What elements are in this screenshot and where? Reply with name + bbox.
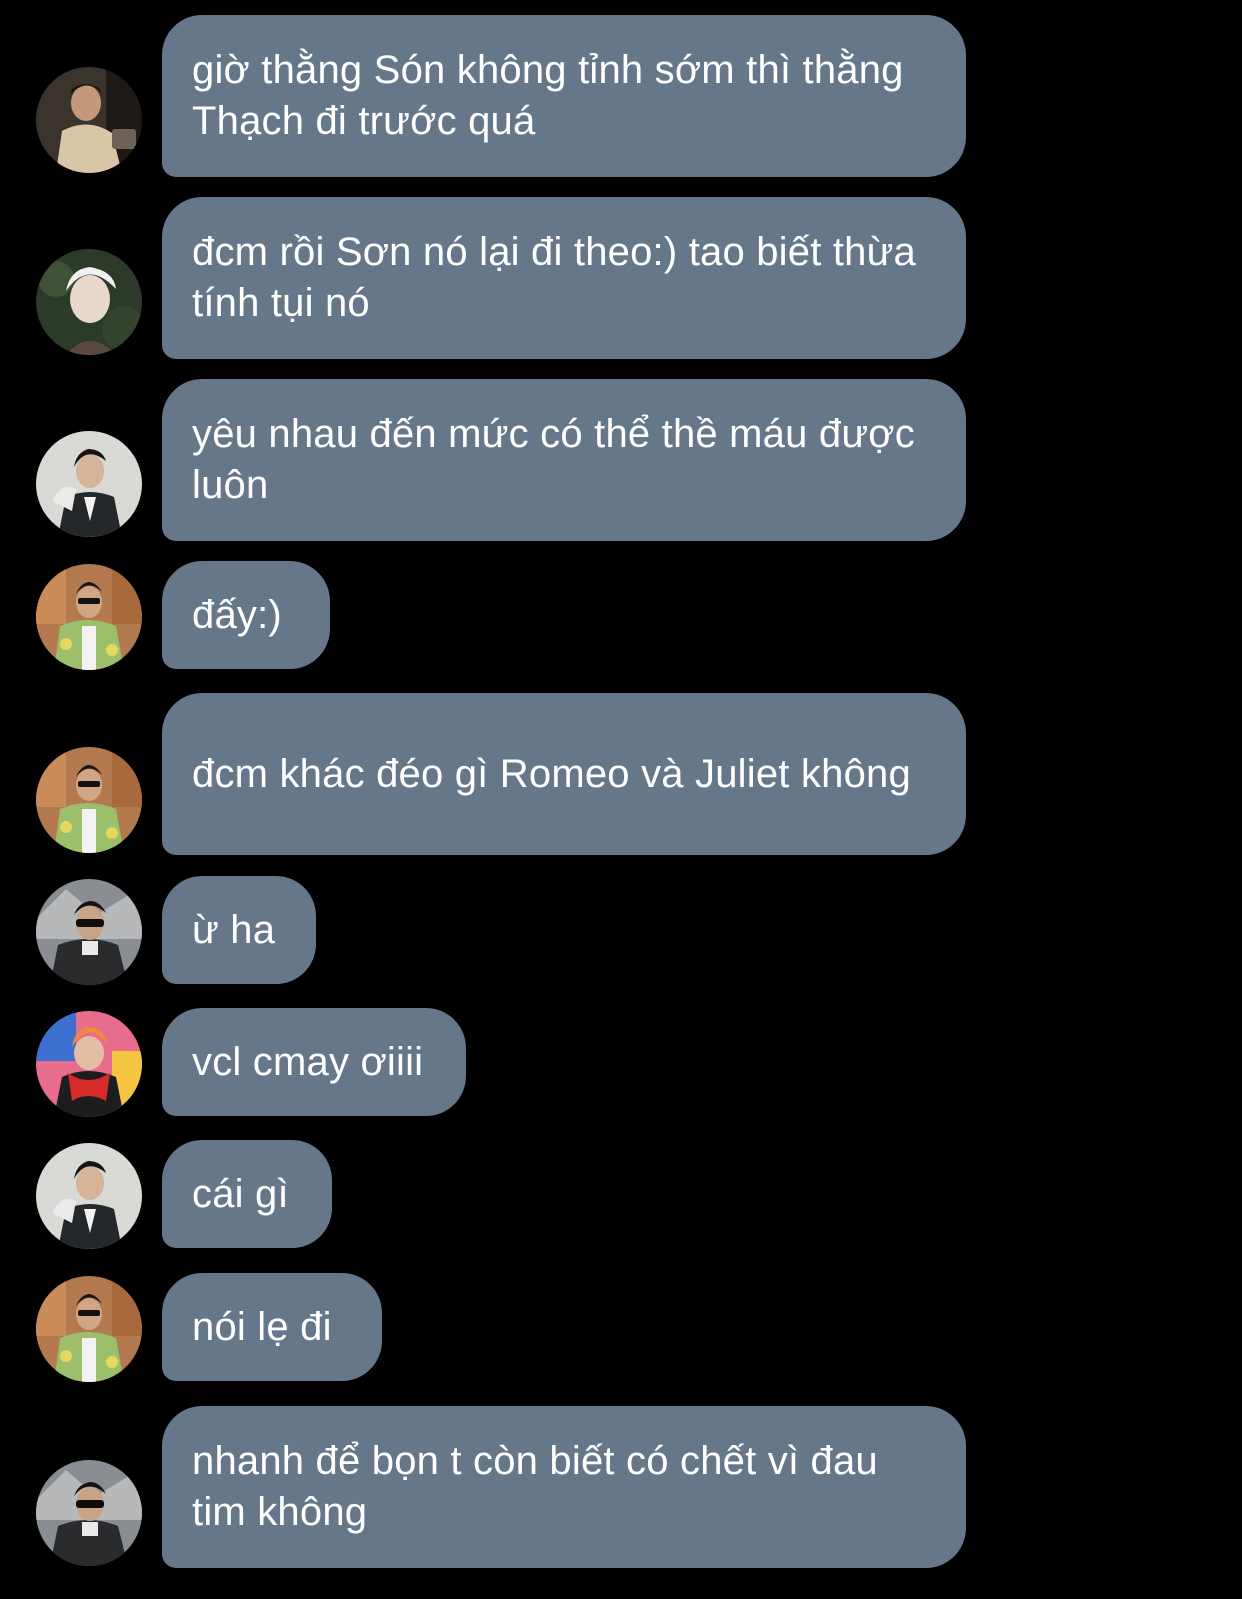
chat-message-list[interactable]: giờ thằng Són không tỉnh sớm thì thằng T… — [0, 0, 1242, 1599]
message-bubble[interactable]: ừ ha — [162, 876, 316, 984]
message-row: vcl cmay ơiiii — [0, 1008, 1242, 1118]
message-text: đcm khác đéo gì Romeo và Juliet không — [192, 751, 911, 796]
message-text: đấy:) — [192, 592, 282, 637]
avatar-man-pinstripe-suit[interactable] — [36, 431, 142, 537]
avatar-man-floral-shirt[interactable] — [36, 747, 142, 853]
message-bubble[interactable]: đcm khác đéo gì Romeo và Juliet không — [162, 693, 966, 855]
avatar-man-red-scarf[interactable] — [36, 1011, 142, 1117]
avatar-man-sunglasses-coat[interactable] — [36, 879, 142, 985]
message-row: đcm khác đéo gì Romeo và Juliet không — [0, 693, 1242, 855]
message-row: nói lẹ đi — [0, 1273, 1242, 1383]
message-bubble[interactable]: cái gì — [162, 1140, 332, 1248]
message-text: vcl cmay ơiiii — [192, 1039, 424, 1084]
message-row: nhanh để bọn t còn biết có chết vì đau t… — [0, 1406, 1242, 1568]
message-bubble[interactable]: nói lẹ đi — [162, 1273, 382, 1381]
message-row: đấy:) — [0, 561, 1242, 671]
message-text: đcm rồi Sơn nó lại đi theo:) tao biết th… — [192, 230, 928, 325]
message-text: giờ thằng Són không tỉnh sớm thì thằng T… — [192, 48, 915, 143]
avatar-man-beige-shirt[interactable] — [36, 67, 142, 173]
message-text: yêu nhau đến mức có thể thề máu được luô… — [192, 412, 927, 507]
message-bubble[interactable]: đấy:) — [162, 561, 330, 669]
message-row: đcm rồi Sơn nó lại đi theo:) tao biết th… — [0, 197, 1242, 359]
message-bubble[interactable]: nhanh để bọn t còn biết có chết vì đau t… — [162, 1406, 966, 1568]
message-text: ừ ha — [192, 907, 276, 952]
avatar-man-floral-shirt[interactable] — [36, 564, 142, 670]
avatar-man-floral-shirt[interactable] — [36, 1276, 142, 1382]
avatar-white-hair[interactable] — [36, 249, 142, 355]
message-text: cái gì — [192, 1171, 289, 1216]
message-row: yêu nhau đến mức có thể thề máu được luô… — [0, 379, 1242, 541]
message-text: nói lẹ đi — [192, 1304, 332, 1349]
avatar-man-sunglasses-coat[interactable] — [36, 1460, 142, 1566]
message-row: ừ ha — [0, 876, 1242, 986]
message-bubble[interactable]: yêu nhau đến mức có thể thề máu được luô… — [162, 379, 966, 541]
avatar-man-pinstripe-suit[interactable] — [36, 1143, 142, 1249]
message-row: giờ thằng Són không tỉnh sớm thì thằng T… — [0, 15, 1242, 177]
message-row: cái gì — [0, 1140, 1242, 1250]
message-bubble[interactable]: vcl cmay ơiiii — [162, 1008, 466, 1116]
message-bubble[interactable]: giờ thằng Són không tỉnh sớm thì thằng T… — [162, 15, 966, 177]
message-text: nhanh để bọn t còn biết có chết vì đau t… — [192, 1439, 890, 1534]
message-bubble[interactable]: đcm rồi Sơn nó lại đi theo:) tao biết th… — [162, 197, 966, 359]
